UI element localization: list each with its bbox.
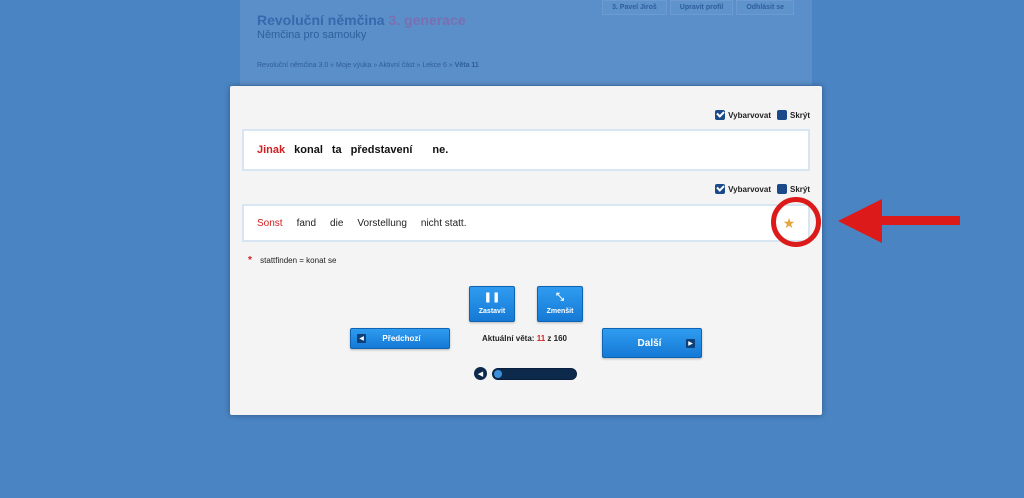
highlight-ring — [771, 197, 821, 247]
shrink-button[interactable]: ⤡ Zmenšit — [537, 286, 583, 322]
german-word[interactable]: nicht statt. — [421, 218, 467, 229]
czech-toggles: Vybarvovat Skrýt — [715, 110, 810, 120]
next-button[interactable]: Další ▶ — [602, 328, 702, 358]
top-nav: 3. Pavel Jiroš Upravit profil Odhlásit s… — [602, 0, 795, 15]
czech-word[interactable]: ta — [332, 144, 342, 156]
czech-hide-toggle[interactable]: Skrýt — [776, 110, 810, 120]
previous-button[interactable]: ◀ Předchozí — [350, 328, 450, 349]
german-colorize-toggle[interactable]: Vybarvovat — [715, 184, 771, 194]
czech-word[interactable]: Jinak — [257, 144, 285, 156]
checkbox-unchecked-icon[interactable] — [776, 184, 787, 194]
german-sentence: Sonst fand die Vorstellung nicht statt. … — [242, 204, 810, 242]
czech-word[interactable]: představení — [351, 144, 413, 156]
arrow-left-icon: ◀ — [357, 334, 366, 343]
checkbox-checked-icon[interactable] — [715, 110, 726, 120]
czech-sentence: Jinak konal ta představení ne. — [242, 129, 810, 171]
checkbox-checked-icon[interactable] — [715, 184, 726, 194]
audio-progress-bar[interactable] — [492, 367, 577, 380]
german-word[interactable]: fand — [297, 218, 316, 229]
site-title: Revoluční němčina 3. generace — [257, 12, 466, 28]
vocabulary-note: * stattfinden = konat se — [248, 255, 337, 266]
annotation-arrow-shaft — [876, 216, 960, 225]
german-hide-toggle[interactable]: Skrýt — [776, 184, 810, 194]
pause-icon: ❚❚ — [483, 292, 501, 303]
german-toggles: Vybarvovat Skrýt — [715, 184, 810, 194]
czech-word[interactable]: konal — [294, 144, 323, 156]
pause-button[interactable]: ❚❚ Zastavit — [469, 286, 515, 322]
background-page: Revoluční němčina 3. generace Němčina pr… — [240, 0, 812, 85]
german-word[interactable]: die — [330, 218, 343, 229]
volume-icon[interactable]: ◀ — [474, 367, 487, 380]
czech-colorize-toggle[interactable]: Vybarvovat — [715, 110, 771, 120]
asterisk-icon: * — [248, 255, 252, 266]
top-nav-user[interactable]: 3. Pavel Jiroš — [602, 0, 667, 15]
arrow-right-icon: ▶ — [686, 338, 695, 348]
checkbox-unchecked-icon[interactable] — [776, 110, 787, 120]
breadcrumb: Revoluční němčina 3.0 » Moje výuka » Akt… — [257, 62, 479, 69]
sentence-modal: Vybarvovat Skrýt Jinak konal ta představ… — [230, 86, 822, 415]
shrink-icon: ⤡ — [556, 292, 564, 303]
top-nav-edit-profile[interactable]: Upravit profil — [669, 0, 734, 15]
czech-word[interactable]: ne. — [432, 144, 448, 156]
audio-player: ◀ — [474, 367, 577, 380]
german-word[interactable]: Sonst — [257, 218, 283, 229]
top-nav-logout[interactable]: Odhlásit se — [736, 0, 795, 15]
sentence-counter: Aktuální věta: 11 z 160 — [482, 334, 567, 343]
audio-progress-fill — [494, 369, 503, 378]
german-word[interactable]: Vorstellung — [357, 218, 406, 229]
site-subtitle: Němčina pro samouky — [257, 29, 367, 41]
